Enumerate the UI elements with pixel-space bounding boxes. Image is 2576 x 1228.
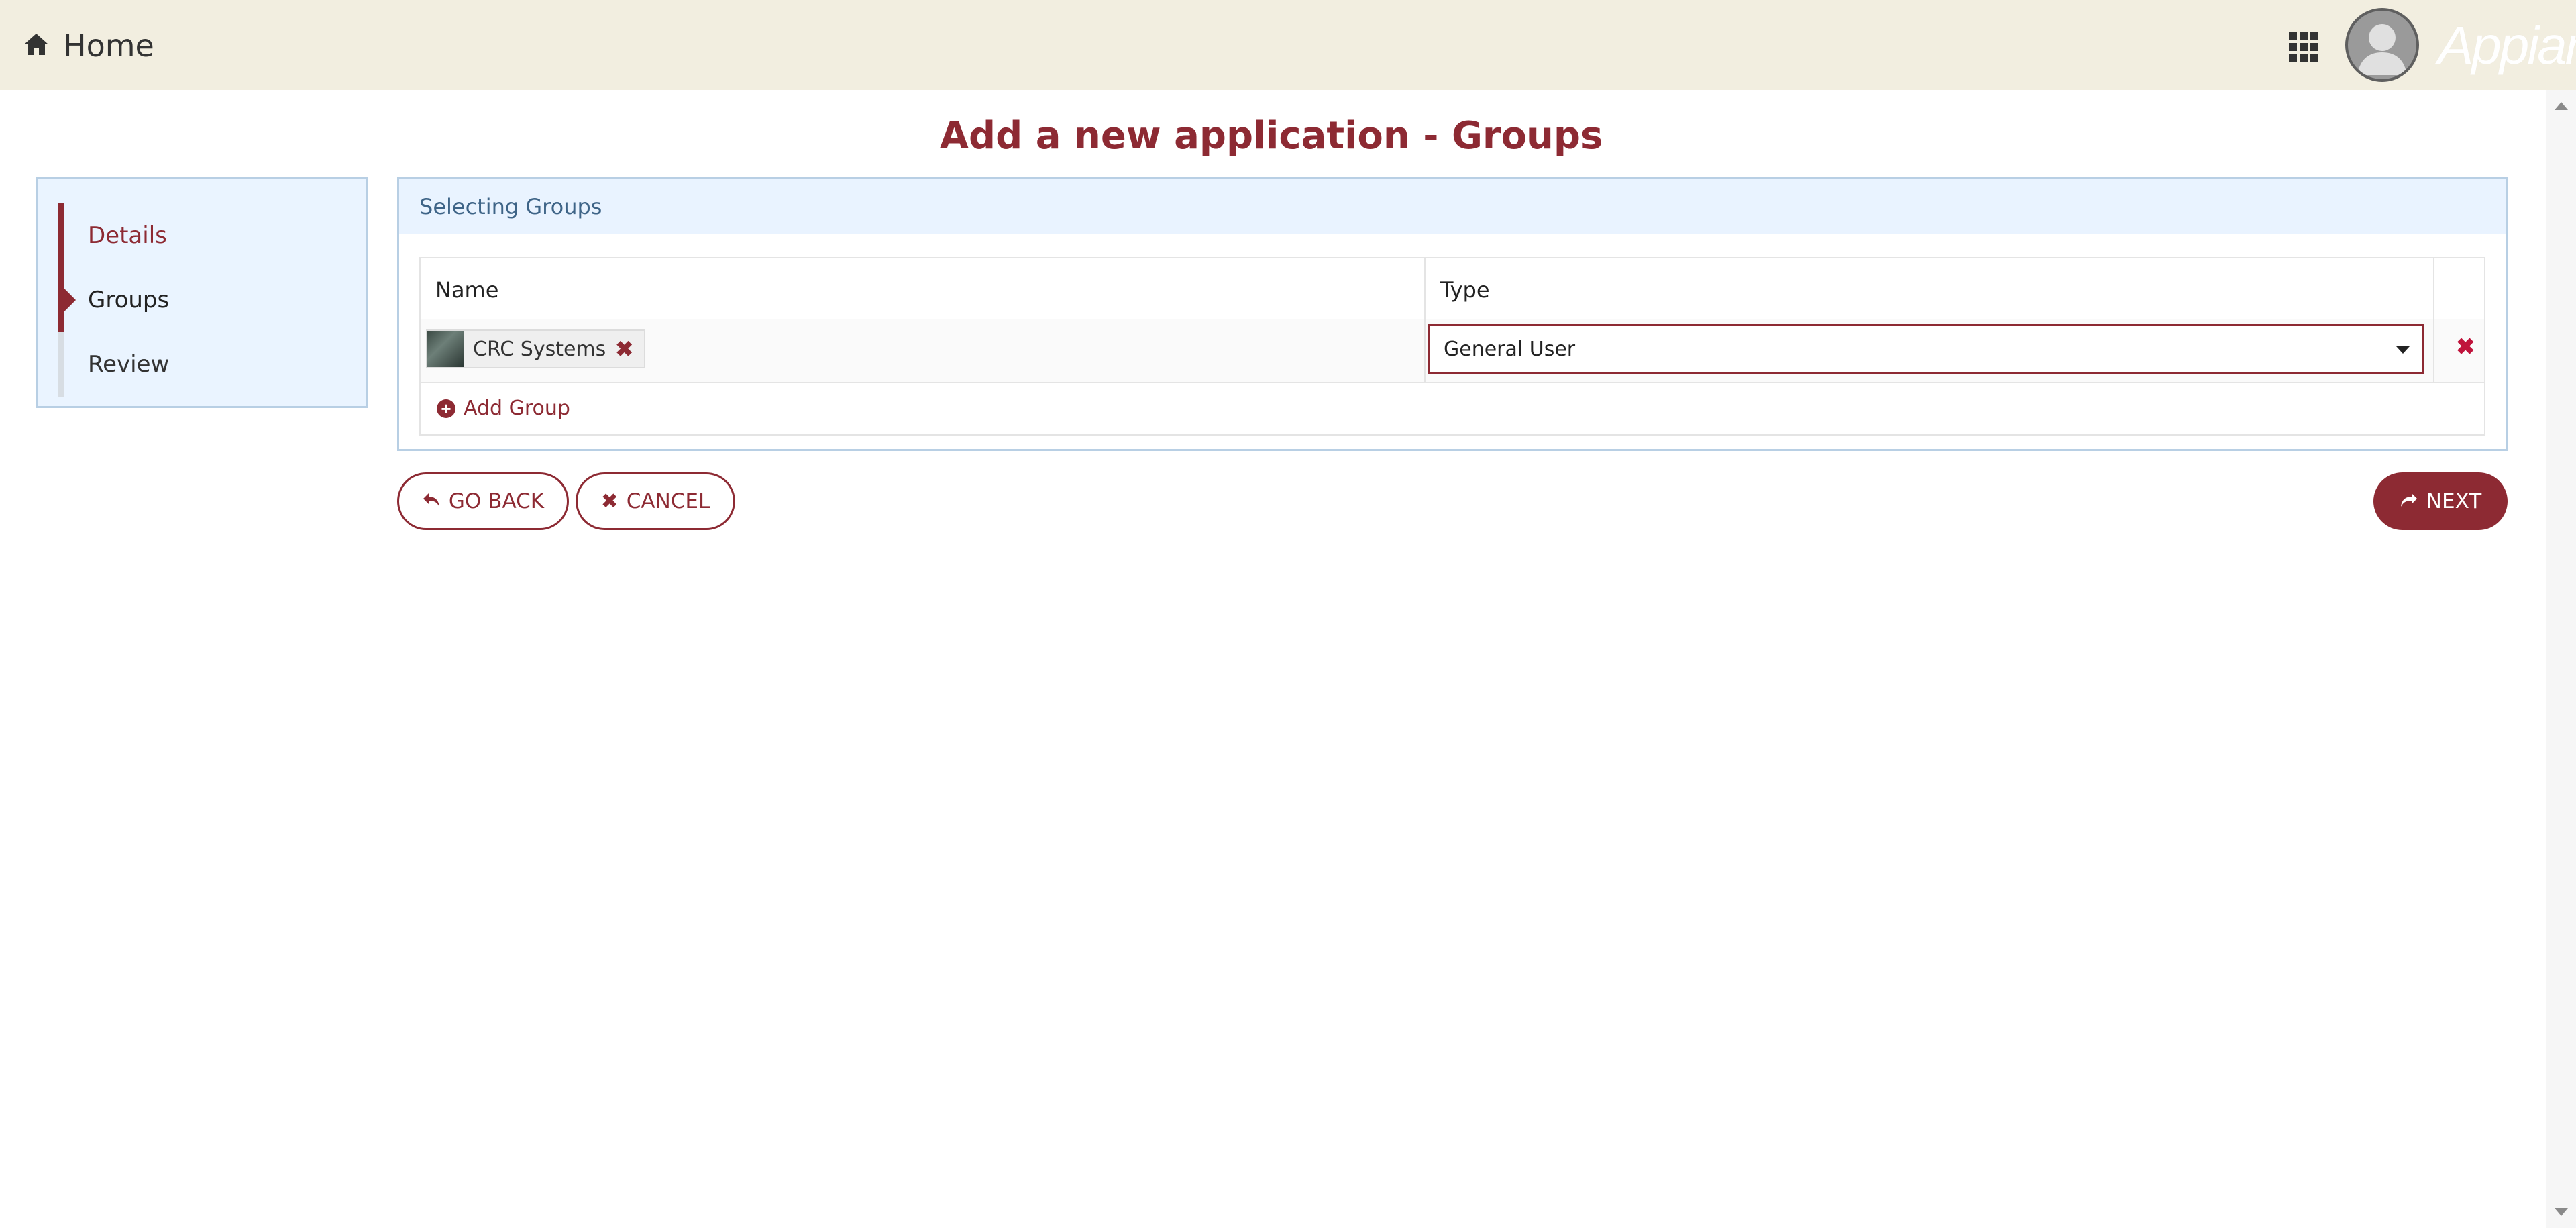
user-avatar[interactable] <box>2345 8 2419 82</box>
add-group-label: Add Group <box>464 397 570 420</box>
step-review[interactable]: Review <box>58 332 327 397</box>
reply-arrow-icon <box>422 489 441 513</box>
grid-header-row: Name Type <box>421 258 2484 320</box>
wizard-step-nav: Details Groups Review <box>36 177 368 408</box>
chevron-down-icon <box>2396 346 2410 354</box>
delete-row-icon[interactable]: ✖ <box>2456 334 2475 360</box>
table-row: CRC Systems ✖ General User ✖ <box>421 319 2484 383</box>
step-label: Details <box>88 222 167 249</box>
step-label: Review <box>88 351 170 378</box>
close-icon: ✖ <box>600 489 619 513</box>
cancel-button[interactable]: ✖ CANCEL <box>576 472 735 530</box>
selecting-groups-panel: Selecting Groups Name Type CRC Systems ✖… <box>397 177 2508 451</box>
scroll-down-arrow-icon[interactable] <box>2555 1208 2568 1216</box>
appian-logo: Appian <box>2438 15 2576 75</box>
page-scrollbar[interactable] <box>2546 90 2576 1228</box>
group-thumbnail <box>427 331 464 367</box>
home-label: Home <box>63 28 154 64</box>
cancel-label: CANCEL <box>626 489 710 513</box>
step-indicator-bar <box>58 332 64 397</box>
top-header: Home Appian <box>0 0 2576 90</box>
step-details[interactable]: Details <box>58 203 327 268</box>
remove-group-icon[interactable]: ✖ <box>615 336 633 362</box>
page-title: Add a new application - Groups <box>939 114 1603 158</box>
group-chip: CRC Systems ✖ <box>426 329 646 368</box>
home-icon <box>23 32 50 60</box>
go-back-label: GO BACK <box>448 489 545 513</box>
next-button[interactable]: NEXT <box>2373 472 2508 530</box>
step-indicator-bar <box>58 268 64 332</box>
next-label: NEXT <box>2426 489 2482 513</box>
home-link[interactable]: Home <box>23 24 154 67</box>
step-groups[interactable]: Groups <box>58 268 327 332</box>
add-group-link[interactable]: + Add Group <box>437 397 570 420</box>
current-step-arrow-icon <box>64 288 76 312</box>
column-header-type: Type <box>1440 277 1490 303</box>
type-dropdown[interactable]: General User <box>1428 324 2424 374</box>
panel-title: Selecting Groups <box>399 179 2506 234</box>
add-circle-icon: + <box>437 399 455 418</box>
groups-grid: Name Type CRC Systems ✖ General User ✖ +… <box>419 257 2485 436</box>
go-back-button[interactable]: GO BACK <box>397 472 569 530</box>
scroll-up-arrow-icon[interactable] <box>2555 102 2568 110</box>
type-dropdown-value: General User <box>1444 337 1576 361</box>
step-indicator-bar <box>58 203 64 268</box>
forward-arrow-icon <box>2400 489 2418 513</box>
group-name: CRC Systems <box>473 337 606 361</box>
grid-apps-icon[interactable] <box>2288 31 2320 63</box>
column-header-name: Name <box>435 277 499 303</box>
